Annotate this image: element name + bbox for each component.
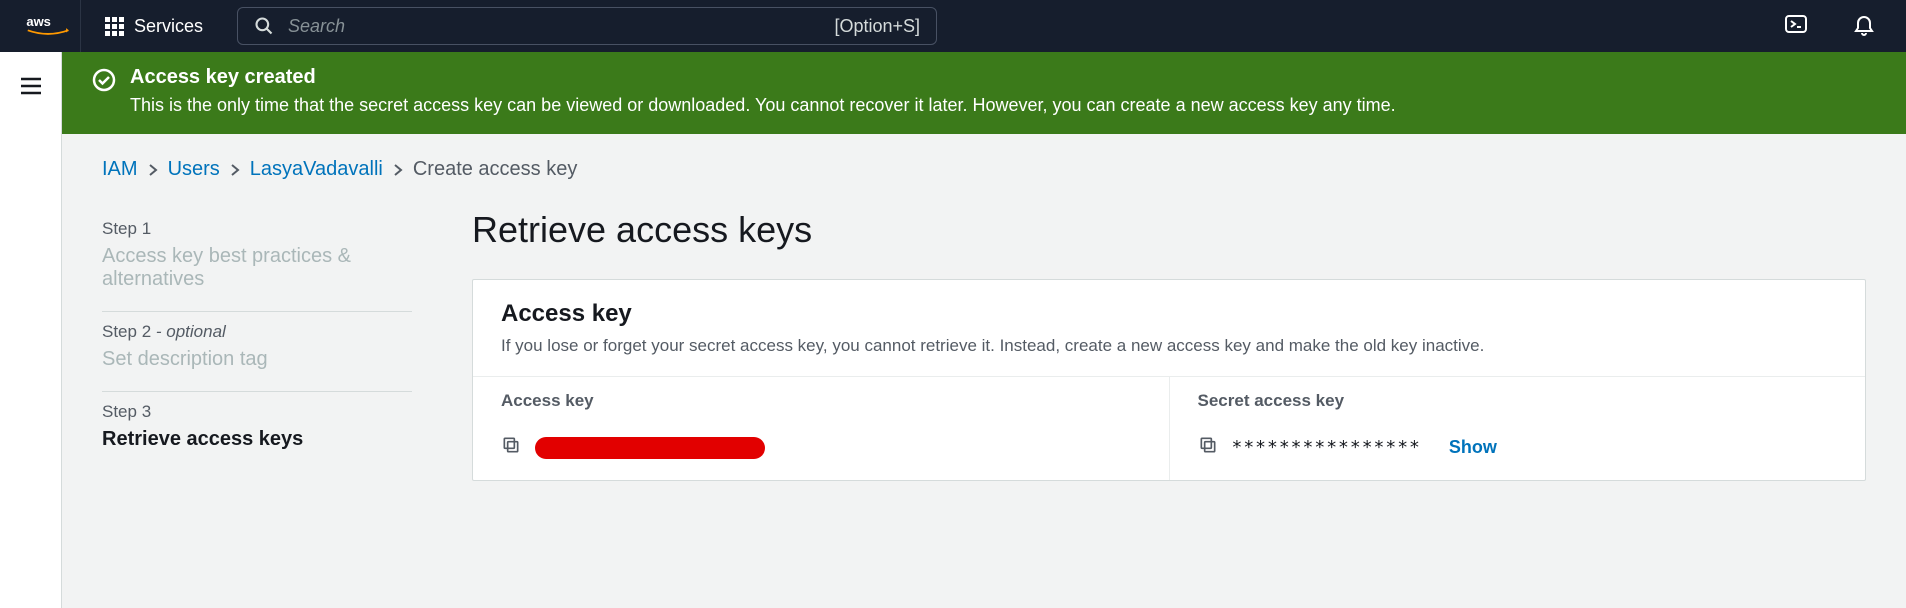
cloudshell-icon[interactable] (1770, 12, 1822, 41)
access-key-card: Access key If you lose or forget your se… (472, 279, 1866, 481)
search-input[interactable] (288, 16, 820, 37)
banner-title: Access key created (130, 66, 1396, 89)
chevron-right-icon (393, 163, 403, 177)
success-banner: Access key created This is the only time… (62, 52, 1906, 134)
wizard-steps: Step 1 Access key best practices & alter… (102, 209, 412, 481)
chevron-right-icon (230, 163, 240, 177)
search-shortcut: [Option+S] (834, 16, 920, 37)
breadcrumb-current: Create access key (413, 158, 578, 181)
card-title: Access key (501, 300, 1837, 328)
breadcrumb: IAM Users LasyaVadavalli Create access k… (102, 158, 1866, 181)
left-rail (0, 52, 62, 608)
copy-icon[interactable] (1198, 435, 1218, 460)
grid-icon (105, 17, 124, 36)
secret-key-masked: **************** (1232, 437, 1421, 458)
step-1[interactable]: Step 1 Access key best practices & alter… (102, 209, 412, 312)
check-circle-icon (92, 68, 116, 92)
svg-text:aws: aws (26, 14, 51, 29)
show-secret-button[interactable]: Show (1449, 437, 1497, 458)
notifications-icon[interactable] (1838, 12, 1890, 41)
secret-key-header: Secret access key (1198, 391, 1838, 411)
card-description: If you lose or forget your secret access… (501, 336, 1837, 356)
chevron-right-icon (148, 163, 158, 177)
search-icon (254, 16, 274, 36)
search-bar[interactable]: [Option+S] (237, 7, 937, 45)
page-title: Retrieve access keys (472, 209, 1866, 251)
breadcrumb-users[interactable]: Users (168, 158, 220, 181)
access-key-header: Access key (501, 391, 1141, 411)
breadcrumb-iam[interactable]: IAM (102, 158, 138, 181)
hamburger-icon[interactable] (19, 76, 43, 608)
top-nav: aws Services [Option+S] (0, 0, 1906, 52)
banner-message: This is the only time that the secret ac… (130, 95, 1396, 116)
copy-icon[interactable] (501, 435, 521, 460)
breadcrumb-user[interactable]: LasyaVadavalli (250, 158, 383, 181)
access-key-value-redacted (535, 437, 765, 459)
services-label: Services (134, 16, 203, 37)
services-button[interactable]: Services (97, 16, 211, 37)
aws-logo[interactable]: aws (16, 0, 81, 52)
step-3[interactable]: Step 3 Retrieve access keys (102, 392, 412, 471)
step-2[interactable]: Step 2 - optional Set description tag (102, 312, 412, 392)
